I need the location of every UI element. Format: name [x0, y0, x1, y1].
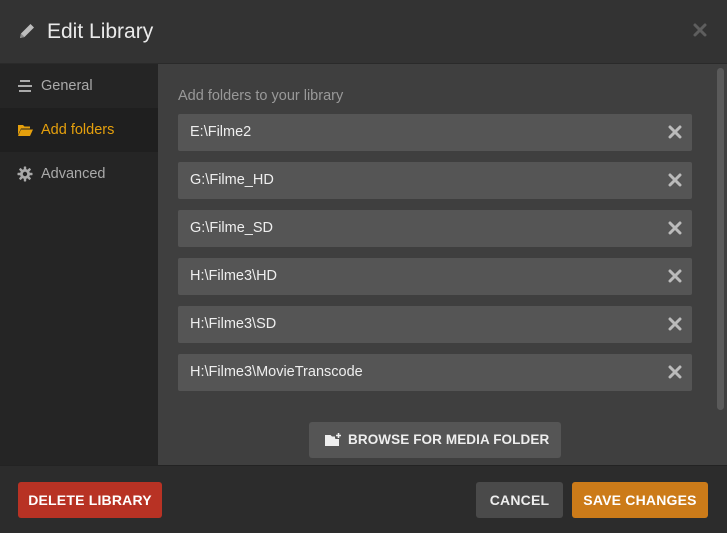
scrollbar-thumb[interactable] [717, 68, 724, 410]
folder-path: H:\Filme3\HD [190, 268, 278, 284]
cancel-button[interactable]: CANCEL [476, 482, 563, 518]
general-icon [18, 80, 32, 92]
sidebar-item-label: General [41, 78, 93, 94]
dialog-title: Edit Library [47, 20, 154, 43]
folder-add-icon [325, 432, 342, 446]
scrollbar[interactable] [717, 68, 724, 410]
gear-icon [17, 166, 33, 182]
pencil-icon [20, 24, 34, 38]
remove-folder-icon[interactable] [668, 125, 682, 139]
folder-path: G:\Filme_HD [190, 172, 274, 188]
folder-path: H:\Filme3\MovieTranscode [190, 364, 363, 380]
main-panel: Add folders to your library E:\Filme2 G:… [158, 64, 727, 465]
dialog-header: Edit Library [0, 0, 727, 64]
folder-path: G:\Filme_SD [190, 220, 273, 236]
dialog-footer: DELETE LIBRARY CANCEL SAVE CHANGES [0, 465, 727, 533]
browse-label: BROWSE FOR MEDIA FOLDER [348, 432, 550, 447]
remove-folder-icon[interactable] [668, 317, 682, 331]
folder-row: G:\Filme_SD [178, 210, 692, 247]
add-folders-label: Add folders to your library [178, 88, 344, 104]
folder-row: H:\Filme3\HD [178, 258, 692, 295]
sidebar-item-advanced[interactable]: Advanced [0, 152, 158, 196]
browse-media-folder-button[interactable]: BROWSE FOR MEDIA FOLDER [309, 422, 561, 458]
edit-library-dialog: Edit Library General Add folders Advance… [0, 0, 727, 533]
folder-row: G:\Filme_HD [178, 162, 692, 199]
close-icon[interactable] [691, 21, 709, 39]
folder-path: E:\Filme2 [190, 124, 252, 140]
sidebar-item-label: Advanced [41, 166, 106, 182]
remove-folder-icon[interactable] [668, 221, 682, 235]
remove-folder-icon[interactable] [668, 269, 682, 283]
folder-open-icon [18, 125, 33, 136]
folder-row: H:\Filme3\SD [178, 306, 692, 343]
sidebar: General Add folders Advanced [0, 64, 158, 465]
sidebar-item-add-folders[interactable]: Add folders [0, 108, 158, 152]
folder-row: H:\Filme3\MovieTranscode [178, 354, 692, 391]
remove-folder-icon[interactable] [668, 173, 682, 187]
delete-library-button[interactable]: DELETE LIBRARY [18, 482, 162, 518]
remove-folder-icon[interactable] [668, 365, 682, 379]
folder-path: H:\Filme3\SD [190, 316, 277, 332]
sidebar-item-label: Add folders [41, 122, 115, 138]
sidebar-item-general[interactable]: General [0, 64, 158, 108]
save-changes-button[interactable]: SAVE CHANGES [572, 482, 708, 518]
folder-row: E:\Filme2 [178, 114, 692, 151]
